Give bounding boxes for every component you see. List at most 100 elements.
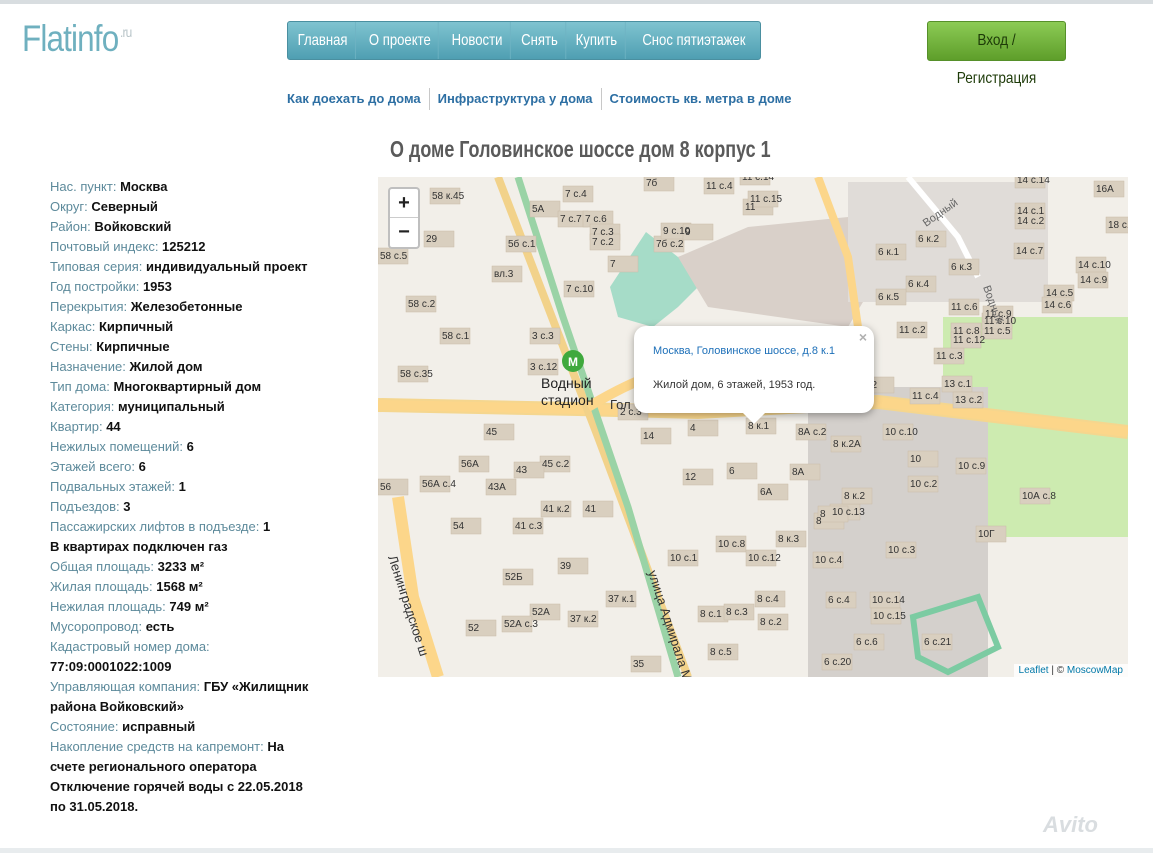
- attribution-sep: | ©: [1048, 665, 1067, 676]
- leaflet-link[interactable]: Leaflet: [1019, 665, 1049, 676]
- nav-item-demolition[interactable]: Снос пятиэтажек: [635, 22, 753, 59]
- site-logo[interactable]: Flatinfo .ru: [22, 18, 132, 60]
- zoom-in-button[interactable]: +: [390, 189, 418, 218]
- moscowmap-link[interactable]: MosсowMap: [1067, 665, 1123, 676]
- map-building-label: 14 с.10: [1078, 260, 1111, 271]
- map-building-label: 11 с.3: [936, 351, 963, 362]
- info-key: Накопление средств на капремонт:: [50, 739, 268, 754]
- map-building-label: 41 с.3: [515, 521, 543, 532]
- map-building-label: 8 с.5: [710, 647, 732, 658]
- info-row: Типовая серия: индивидуальный проект: [50, 257, 310, 277]
- login-button[interactable]: Вход / Регистрация: [927, 21, 1066, 87]
- map-building-label: 35: [633, 659, 645, 670]
- map-building-label: 43: [516, 465, 528, 476]
- info-row: Подвальных этажей: 1: [50, 477, 310, 497]
- login-label: Вход / Регистрация: [956, 32, 1037, 87]
- info-key: Этажей всего:: [50, 459, 139, 474]
- map-building-label: 13 с.2: [955, 395, 983, 406]
- info-row: Каркас: Кирпичный: [50, 317, 310, 337]
- map-building-label: 8: [820, 509, 826, 520]
- info-key: Нас. пункт:: [50, 179, 121, 194]
- map-building-label: 10А с.8: [1022, 491, 1056, 502]
- info-key: Округ:: [50, 199, 92, 214]
- info-key: Квартир:: [50, 419, 107, 434]
- map-building-label: 56: [380, 482, 392, 493]
- info-row: Квартир: 44: [50, 417, 310, 437]
- info-value: В квартирах подключен газ: [50, 539, 228, 554]
- info-value: Кирпичный: [98, 319, 174, 334]
- map-building-label: 6 к.4: [908, 279, 929, 290]
- info-row: Нас. пункт: Москва: [50, 177, 310, 197]
- map-building-label: 45 с.2: [542, 459, 570, 470]
- popup-address[interactable]: Москва, Головинское шоссе, д.8 к.1: [653, 345, 835, 357]
- info-value: Москва: [120, 179, 168, 194]
- map-canvas[interactable]: 58 к.45 29 58 с.5 58 с.2 58 с.1 58 с.35 5А 7 с.…: [378, 177, 1128, 677]
- map-building-label: 11 с.6: [951, 302, 978, 313]
- page-title: О доме Головинское шоссе дом 8 корпус 1: [390, 136, 771, 162]
- map-building-label: 10 с.13: [832, 507, 865, 518]
- map-building-label: 58 к.45: [432, 191, 465, 202]
- map-building-label: 6 к.3: [951, 262, 972, 273]
- map-building-label: 14 с.5: [1046, 288, 1074, 299]
- info-value: Северный: [91, 199, 158, 214]
- nav-item-buy[interactable]: Купить: [568, 22, 626, 59]
- map-building-label: 52: [468, 623, 480, 634]
- subnav-price[interactable]: Стоимость кв. метра в доме: [600, 88, 800, 110]
- map-building-label: 52А: [532, 607, 550, 618]
- nav-item-news[interactable]: Новости: [445, 22, 512, 59]
- map-building-label: 37 к.2: [570, 614, 597, 625]
- map-building-label: 12: [685, 472, 697, 483]
- map-building-label: 11 с.14: [742, 177, 774, 183]
- map-building-label: 11 с.4: [912, 391, 939, 402]
- info-key: Пассажирских лифтов в подъезде:: [50, 519, 263, 534]
- nav-item-about[interactable]: О проекте: [361, 22, 439, 59]
- nav-item-rent[interactable]: Снять: [514, 22, 567, 59]
- map-building-label: 41 к.2: [543, 504, 570, 515]
- map-building-label: 52Б: [505, 572, 523, 583]
- map-building-label: 10 с.12: [748, 553, 781, 564]
- info-key: Район:: [50, 219, 95, 234]
- info-key: Мусоропровод:: [50, 619, 146, 634]
- info-row: Назначение: Жилой дом: [50, 357, 310, 377]
- map-building-label: 14 с.2: [1017, 216, 1045, 227]
- map-building-label: 3 с.3: [532, 331, 554, 342]
- sub-nav: Как доехать до дома Инфраструктура у дом…: [287, 88, 800, 110]
- map-building-label: 39: [560, 561, 572, 572]
- map-building-label: 7 с.2: [592, 237, 614, 248]
- map-building-label: 8 с.2: [760, 617, 782, 628]
- map-building-label: 6А: [760, 487, 773, 498]
- map-building-label: 58 с.35: [400, 369, 433, 380]
- info-value: 1: [178, 479, 186, 494]
- info-key: Каркас:: [50, 319, 99, 334]
- info-row: Перекрытия: Железобетонные: [50, 297, 310, 317]
- zoom-out-button[interactable]: −: [390, 218, 418, 247]
- subnav-directions[interactable]: Как доехать до дома: [287, 88, 429, 110]
- map-attribution: Leaflet | © MosсowMap: [1013, 664, 1128, 677]
- map-building-label: 7 с.6: [585, 214, 607, 225]
- map-building-label: 11 с.12: [953, 335, 985, 346]
- info-value: 1568 м²: [156, 579, 203, 594]
- map-building-label: 7 с.7: [560, 214, 582, 225]
- info-key: Перекрытия:: [50, 299, 131, 314]
- bottom-border: [0, 848, 1153, 853]
- map-building-label: 11 с.2: [899, 325, 926, 336]
- map-building-label: 11 с.15: [750, 194, 782, 205]
- metro-letter-icon: M: [568, 355, 578, 369]
- zoom-control: + −: [388, 187, 420, 249]
- info-value: 3233 м²: [157, 559, 205, 574]
- info-key: Нежилая площадь:: [50, 599, 170, 614]
- map-building-label: 10 с.14: [872, 595, 905, 606]
- map-building-label: 8А с.2: [798, 427, 827, 438]
- info-key: Подъездов:: [50, 499, 124, 514]
- info-value: Железобетонные: [130, 299, 243, 314]
- info-row: Управляющая компания: ГБУ «Жилищник райо…: [50, 677, 310, 717]
- popup-close-icon[interactable]: ×: [859, 329, 867, 345]
- subnav-infrastructure[interactable]: Инфраструктура у дома: [428, 88, 601, 110]
- map-building-label: 11 с.4: [706, 181, 733, 192]
- nav-item-home[interactable]: Главная: [290, 22, 356, 59]
- info-key: Подвальных этажей:: [50, 479, 179, 494]
- map-building-label: 54: [453, 521, 465, 532]
- map-building-label: 6 с.6: [856, 637, 878, 648]
- map[interactable]: 58 к.45 29 58 с.5 58 с.2 58 с.1 58 с.35 5А 7 с.…: [378, 177, 1128, 677]
- map-building-label: 10 с.8: [718, 539, 746, 550]
